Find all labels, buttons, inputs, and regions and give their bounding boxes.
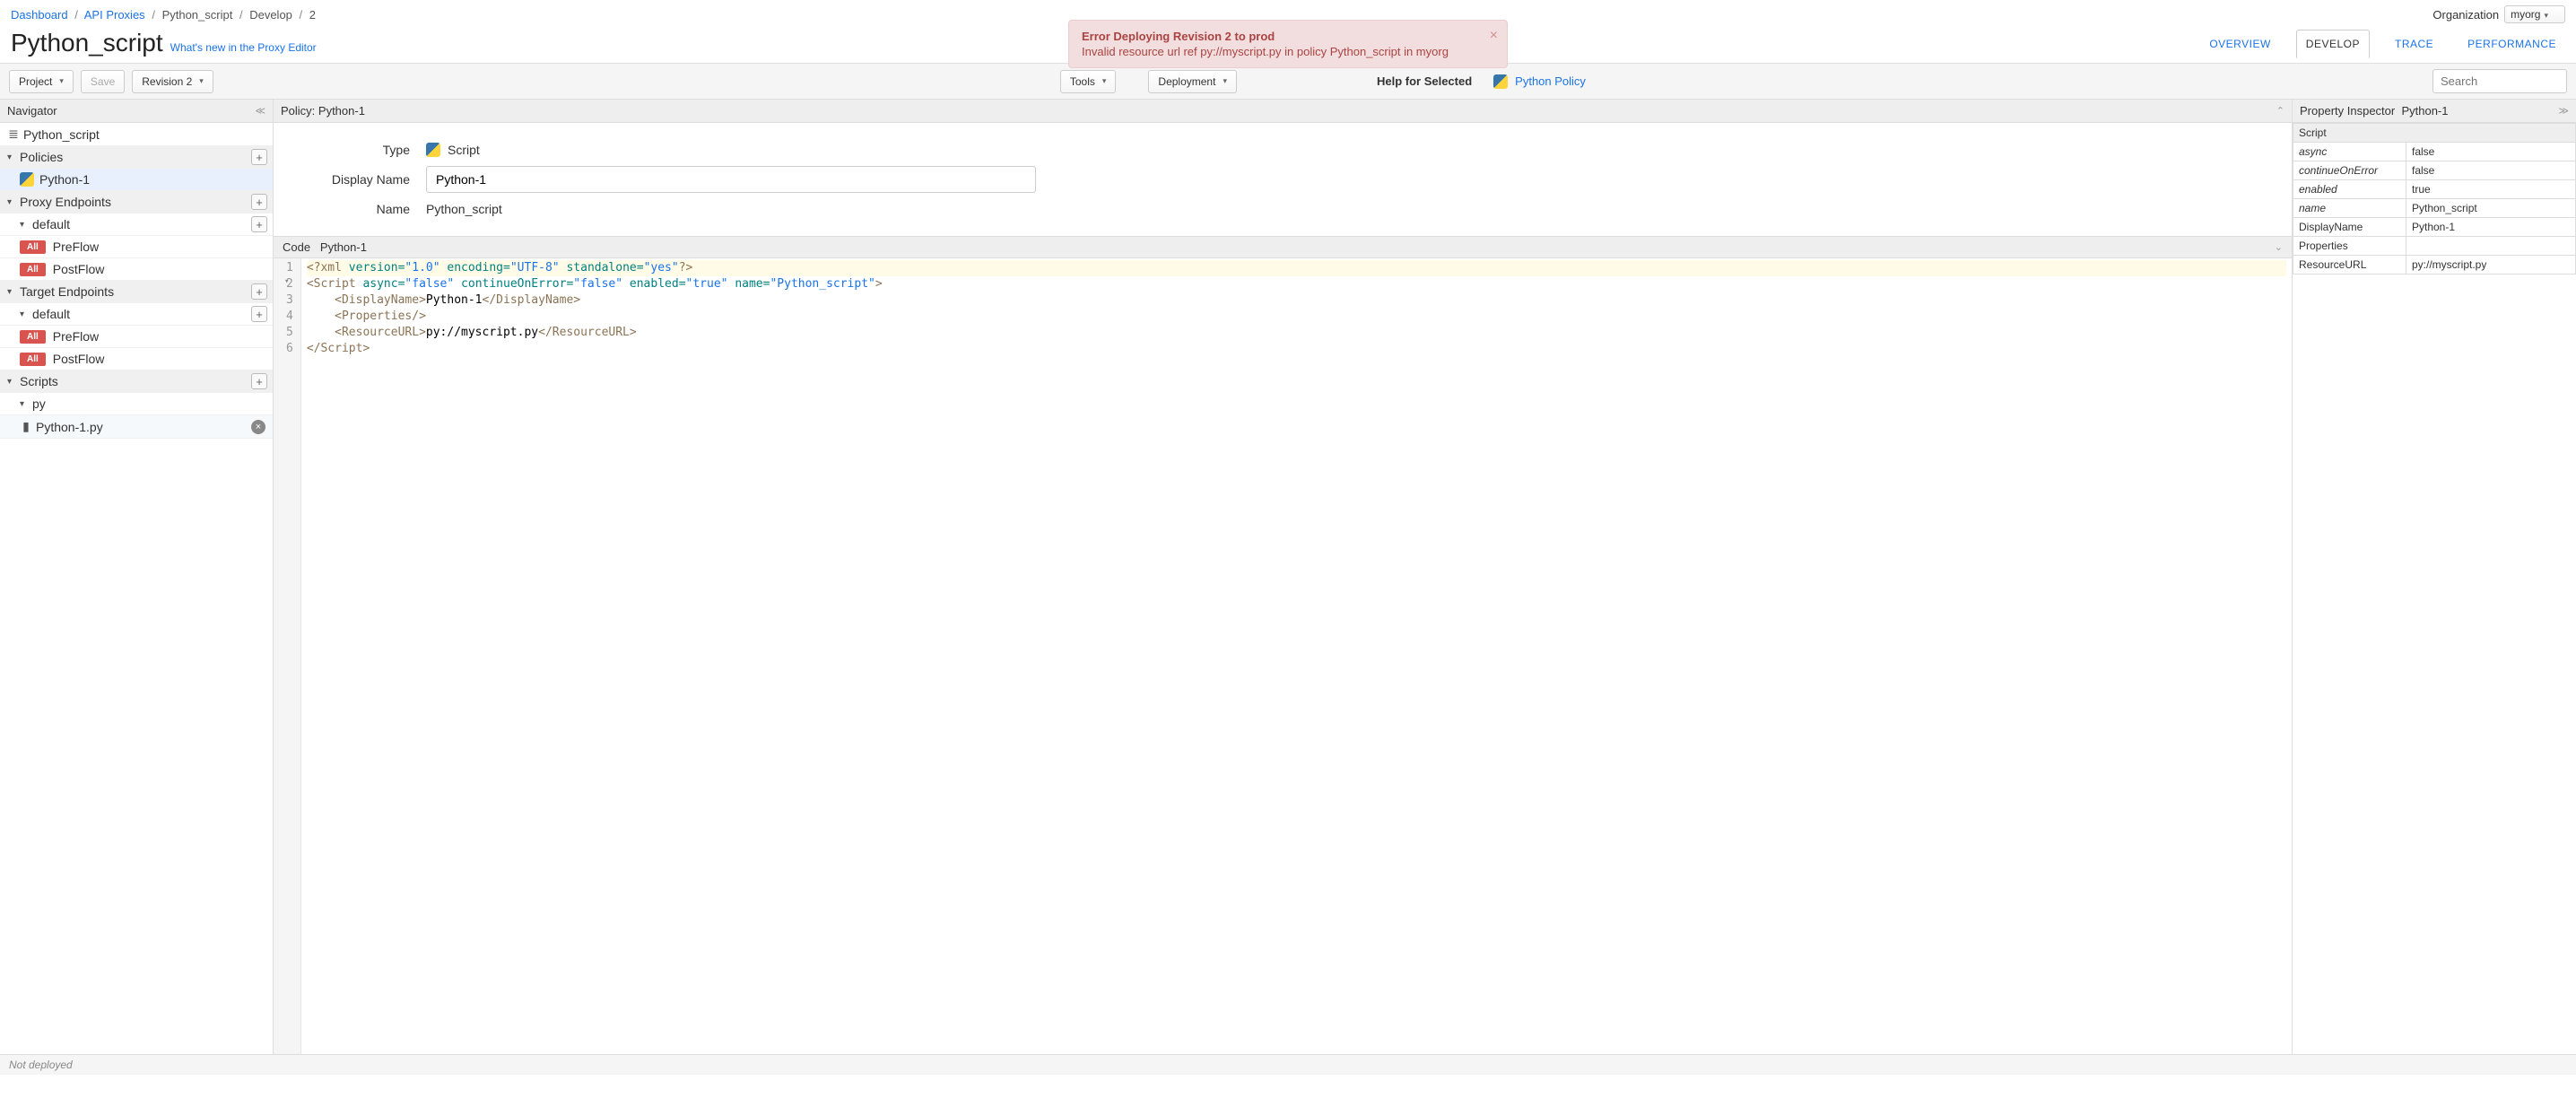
all-badge: All	[20, 263, 46, 276]
breadcrumb-api-proxies[interactable]: API Proxies	[84, 8, 145, 22]
inspector-subject: Python-1	[2401, 104, 2448, 118]
prop-val-resourceurl[interactable]: py://myscript.py	[2406, 256, 2576, 275]
prop-key-displayname: DisplayName	[2293, 218, 2406, 237]
target-default-toggle[interactable]: ▾	[20, 309, 32, 319]
inspector-title: Property Inspector	[2300, 104, 2395, 118]
add-target-flow-button[interactable]: +	[251, 306, 267, 322]
nav-target-default[interactable]: default	[32, 307, 70, 321]
nav-root[interactable]: Python_script	[23, 127, 100, 142]
breadcrumb-proxy: Python_script	[162, 8, 233, 22]
help-label: Help for Selected	[1377, 74, 1472, 88]
prop-val-displayname[interactable]: Python-1	[2406, 218, 2576, 237]
search-input[interactable]	[2432, 69, 2567, 93]
nav-proxy-postflow[interactable]: PostFlow	[53, 262, 105, 276]
proxy-default-toggle[interactable]: ▾	[20, 220, 32, 230]
python-icon	[426, 143, 440, 157]
proxy-icon: ≣	[7, 126, 20, 142]
all-badge: All	[20, 330, 46, 344]
breadcrumb-revision: 2	[309, 8, 316, 22]
inspector-section: Script	[2293, 124, 2576, 143]
prop-key-resourceurl: ResourceURL	[2293, 256, 2406, 275]
status-bar: Not deployed	[0, 1054, 2576, 1075]
revision-menu[interactable]: Revision 2	[132, 70, 213, 93]
save-button[interactable]: Save	[81, 70, 125, 93]
prop-key-name: name	[2293, 199, 2406, 218]
policies-toggle[interactable]: ▾	[7, 153, 20, 162]
deployment-menu[interactable]: Deployment	[1148, 70, 1237, 93]
prop-val-async[interactable]: false	[2406, 143, 2576, 161]
python-icon	[1493, 74, 1508, 89]
add-proxy-flow-button[interactable]: +	[251, 216, 267, 232]
policy-header: Policy: Python-1	[281, 104, 365, 118]
nav-target-endpoints[interactable]: Target Endpoints	[20, 284, 114, 299]
prop-val-name[interactable]: Python_script	[2406, 199, 2576, 218]
prop-key-properties: Properties	[2293, 237, 2406, 256]
nav-proxy-default[interactable]: default	[32, 217, 70, 231]
code-editor[interactable]: 1 2 3 4 5 6 <?xml version="1.0" encoding…	[274, 258, 2292, 1054]
type-label: Type	[292, 143, 426, 157]
scripts-toggle[interactable]: ▾	[7, 377, 20, 387]
tab-overview[interactable]: OVERVIEW	[2200, 31, 2279, 57]
prop-val-continueonerror[interactable]: false	[2406, 161, 2576, 180]
add-target-endpoint-button[interactable]: +	[251, 283, 267, 300]
breadcrumb: Dashboard / API Proxies / Python_script …	[11, 8, 316, 22]
display-name-label: Display Name	[292, 172, 426, 187]
property-table: Script asyncfalse continueOnErrorfalse e…	[2293, 123, 2576, 275]
tab-performance[interactable]: PERFORMANCE	[2459, 31, 2565, 57]
nav-scripts[interactable]: Scripts	[20, 374, 58, 388]
delete-script-button[interactable]: ×	[251, 420, 265, 434]
all-badge: All	[20, 353, 46, 366]
code-name: Python-1	[320, 240, 367, 254]
name-label: Name	[292, 202, 426, 216]
add-proxy-endpoint-button[interactable]: +	[251, 194, 267, 210]
nav-target-preflow[interactable]: PreFlow	[53, 329, 99, 344]
all-badge: All	[20, 240, 46, 254]
code-collapse[interactable]: ⌄	[2275, 241, 2283, 253]
alert-title: Error Deploying Revision 2 to prod	[1082, 30, 1480, 43]
prop-val-enabled[interactable]: true	[2406, 180, 2576, 199]
policy-collapse[interactable]: ⌃	[2276, 105, 2284, 117]
breadcrumb-dashboard[interactable]: Dashboard	[11, 8, 68, 22]
type-value: Script	[448, 143, 480, 157]
inspector-collapse[interactable]: ≫	[2558, 105, 2569, 117]
org-label: Organization	[2432, 8, 2499, 22]
nav-policy-item[interactable]: Python-1	[39, 172, 90, 187]
tab-trace[interactable]: TRACE	[2386, 31, 2442, 57]
page-title: Python_script	[11, 29, 163, 57]
nav-target-postflow[interactable]: PostFlow	[53, 352, 105, 366]
prop-key-enabled: enabled	[2293, 180, 2406, 199]
prop-key-async: async	[2293, 143, 2406, 161]
code-label: Code	[283, 240, 310, 254]
error-alert: Error Deploying Revision 2 to prod Inval…	[1068, 20, 1508, 68]
navigator-title: Navigator	[7, 104, 57, 118]
name-value: Python_script	[426, 202, 502, 216]
navigator-collapse[interactable]: ≪	[255, 105, 265, 117]
alert-body: Invalid resource url ref py://myscript.p…	[1082, 45, 1480, 58]
target-endpoints-toggle[interactable]: ▾	[7, 287, 20, 297]
add-policy-button[interactable]: +	[251, 149, 267, 165]
add-script-button[interactable]: +	[251, 373, 267, 389]
nav-proxy-preflow[interactable]: PreFlow	[53, 240, 99, 254]
nav-policies[interactable]: Policies	[20, 150, 63, 164]
breadcrumb-section: Develop	[249, 8, 292, 22]
alert-close-button[interactable]: ×	[1490, 28, 1498, 44]
project-menu[interactable]: Project	[9, 70, 74, 93]
whats-new-link[interactable]: What's new in the Proxy Editor	[170, 41, 317, 54]
py-folder-toggle[interactable]: ▾	[20, 399, 32, 409]
python-icon	[20, 172, 34, 187]
tab-develop[interactable]: DEVELOP	[2296, 30, 2370, 58]
nav-script-file[interactable]: Python-1.py	[36, 420, 103, 434]
help-link[interactable]: Python Policy	[1515, 74, 1586, 88]
display-name-input[interactable]	[426, 166, 1036, 193]
org-select[interactable]: myorg	[2504, 5, 2565, 23]
prop-key-continueonerror: continueOnError	[2293, 161, 2406, 180]
nav-py-folder[interactable]: py	[32, 397, 46, 411]
prop-val-properties[interactable]	[2406, 237, 2576, 256]
file-icon: ▮	[20, 419, 32, 434]
proxy-endpoints-toggle[interactable]: ▾	[7, 197, 20, 207]
nav-proxy-endpoints[interactable]: Proxy Endpoints	[20, 195, 111, 209]
tools-menu[interactable]: Tools	[1060, 70, 1117, 93]
